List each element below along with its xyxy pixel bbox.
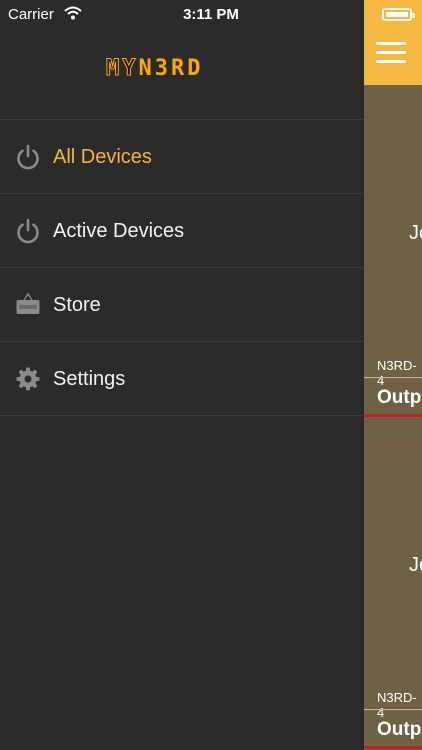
device-card[interactable]: Jo N3RD-4 Outp <box>364 85 422 417</box>
menu-item-label: Active Devices <box>53 220 185 242</box>
power-icon <box>17 144 39 170</box>
menu-item-active-devices[interactable]: Active Devices <box>0 193 364 267</box>
menu-list: All Devices Active Devices Store Setting… <box>0 119 364 416</box>
battery-icon <box>382 8 415 21</box>
menu-item-store[interactable]: Store <box>0 267 364 341</box>
device-card-title: Jo <box>409 222 422 244</box>
device-id: N3RD-4 <box>377 358 417 388</box>
power-icon <box>17 218 39 244</box>
menu-item-settings[interactable]: Settings <box>0 341 364 416</box>
sale-tag-icon <box>16 293 40 314</box>
menu-item-label: Settings <box>53 368 126 390</box>
device-card[interactable]: Jo N3RD-4 Outp <box>364 417 422 749</box>
clock: 3:11 PM <box>183 6 239 23</box>
logo-nerd-text: N3RD <box>138 56 204 81</box>
device-list-panel[interactable]: Jo N3RD-4 Outp Jo N3RD-4 Outp <box>364 0 422 750</box>
card-divider <box>364 709 422 710</box>
menu-item-label: Store <box>53 294 101 316</box>
gear-icon <box>16 367 40 391</box>
card-underline <box>364 746 422 749</box>
menu-item-all-devices[interactable]: All Devices <box>0 119 364 193</box>
logo-my-text: MY <box>106 56 139 81</box>
output-label: Outp <box>377 719 422 740</box>
mynerd-logo: MYN3RD <box>106 56 204 81</box>
device-card-title: Jo <box>409 554 422 576</box>
hamburger-icon[interactable] <box>376 42 406 66</box>
menu-item-label: All Devices <box>53 146 152 168</box>
device-id: N3RD-4 <box>377 690 417 720</box>
status-bar: Carrier 3:11 PM <box>0 0 422 30</box>
side-menu: MYN3RD All Devices Active Devices Store … <box>0 0 364 750</box>
card-divider <box>364 377 422 378</box>
output-label: Outp <box>377 387 422 408</box>
